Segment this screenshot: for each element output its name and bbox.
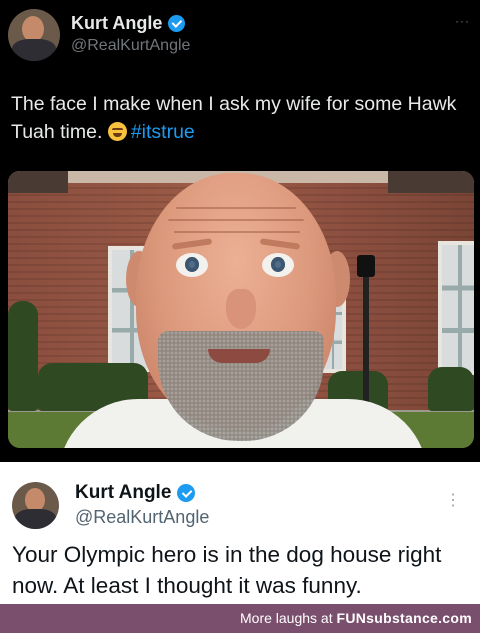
author-handle[interactable]: @RealKurtAngle — [71, 37, 190, 55]
tweet-text: Your Olympic hero is in the dog house ri… — [12, 542, 442, 598]
footer-brand-link[interactable]: FUNsubstance.com — [337, 610, 473, 626]
avatar-shirt — [15, 509, 56, 529]
photo-lamp-post — [357, 255, 375, 409]
photo-eye-left — [176, 253, 208, 277]
avatar[interactable] — [8, 9, 60, 61]
photo-forehead-wrinkle — [168, 219, 304, 221]
watermark-footer: More laughs at FUNsubstance.com — [0, 604, 480, 633]
more-options-icon[interactable]: ··· — [455, 14, 470, 28]
author-name-text[interactable]: Kurt Angle — [75, 482, 171, 504]
photo-eye-right — [262, 253, 294, 277]
footer-prefix: More laughs at — [240, 610, 333, 626]
photo-tree — [8, 301, 38, 411]
footer-text: More laughs at FUNsubstance.com — [240, 610, 472, 626]
tweet-body: The face I make when I ask my wife for s… — [11, 93, 457, 143]
photo-roof-right — [388, 171, 474, 193]
photo-forehead-wrinkle — [176, 207, 296, 209]
avatar[interactable] — [12, 482, 59, 529]
author-handle[interactable]: @RealKurtAngle — [75, 507, 209, 528]
more-options-icon[interactable]: ⋮ — [445, 490, 462, 510]
verified-icon — [177, 484, 196, 502]
bottom-tweet: Kurt Angle @RealKurtAngle ⋮ Your Olympic… — [0, 462, 480, 604]
tweet-text: The face I make when I ask my wife for s… — [11, 90, 471, 146]
photo-forehead-wrinkle — [174, 231, 300, 233]
author-name[interactable]: Kurt Angle — [71, 13, 186, 34]
author-name-text[interactable]: Kurt Angle — [71, 13, 162, 34]
photo-window — [438, 241, 474, 375]
photo-nose — [226, 289, 256, 329]
hashtag-link[interactable]: #itstrue — [131, 121, 195, 143]
grinning-squinting-face-icon — [107, 122, 127, 141]
author-name[interactable]: Kurt Angle — [75, 482, 196, 504]
top-tweet: Kurt Angle @RealKurtAngle ··· The face I… — [0, 0, 480, 462]
photo-roof-left — [8, 171, 68, 193]
photo-hedge — [428, 367, 474, 411]
verified-icon — [168, 15, 186, 32]
avatar-shirt — [12, 39, 56, 61]
tweet-photo[interactable] — [8, 171, 474, 448]
photo-mouth — [208, 349, 270, 363]
